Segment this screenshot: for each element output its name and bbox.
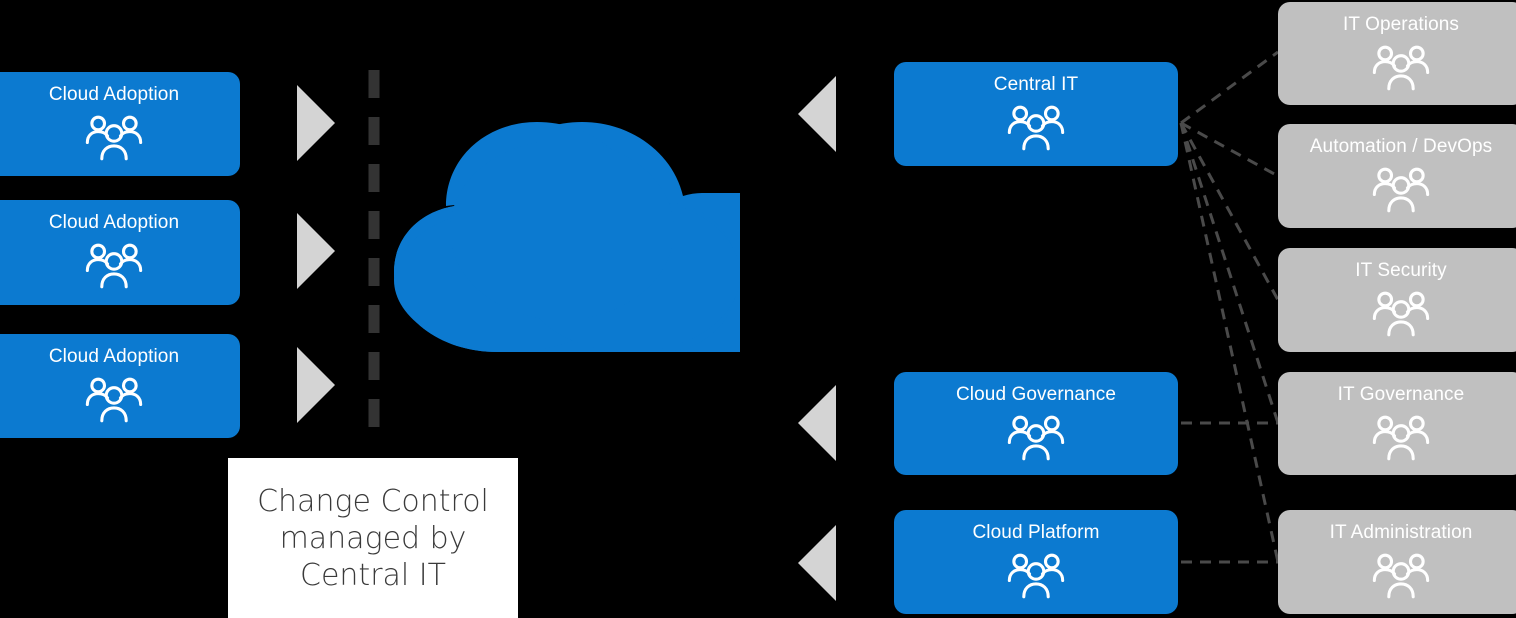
node-it-security-icon-wrap — [1372, 290, 1430, 337]
flow-arrow-right-1 — [297, 85, 335, 161]
node-it-operations[interactable]: IT Operations — [1278, 2, 1516, 105]
node-cloud-governance-label: Cloud Governance — [955, 384, 1117, 405]
node-automation-devops[interactable]: Automation / DevOps — [1278, 124, 1516, 228]
connector-central-it-to-automation-devops — [1180, 121, 1279, 178]
node-it-governance-label: IT Governance — [1337, 384, 1465, 405]
people-group-icon — [1007, 553, 1065, 599]
connector-central-it-to-it-administration — [1179, 122, 1280, 563]
people-group-icon — [1372, 415, 1430, 461]
connector-central-it-to-it-governance — [1179, 122, 1280, 424]
people-group-icon — [1372, 291, 1430, 337]
change-control-divider — [368, 70, 380, 434]
node-cloud-governance[interactable]: Cloud Governance — [894, 372, 1178, 475]
node-cloud-adoption-1-icon-wrap — [85, 114, 143, 161]
callout-line-1: Change Control — [257, 483, 489, 519]
node-cloud-adoption-3-label: Cloud Adoption — [48, 346, 180, 367]
people-group-icon — [85, 377, 143, 423]
node-central-it-icon-wrap — [1007, 104, 1065, 151]
node-it-security-label: IT Security — [1355, 260, 1447, 281]
node-cloud-adoption-2-label: Cloud Adoption — [48, 212, 180, 233]
callout-line-3: Central IT — [300, 557, 446, 593]
node-central-it[interactable]: Central IT — [894, 62, 1178, 166]
diagram-canvas: Change Control managed by Central IT Clo… — [0, 0, 1516, 618]
people-group-icon — [85, 243, 143, 289]
node-cloud-adoption-3-icon-wrap — [85, 376, 143, 423]
flow-arrow-right-2 — [297, 213, 335, 289]
people-group-icon — [1007, 105, 1065, 151]
node-automation-devops-label: Automation / DevOps — [1309, 136, 1493, 157]
node-cloud-platform-icon-wrap — [1007, 552, 1065, 599]
people-group-icon — [85, 115, 143, 161]
people-group-icon — [1007, 415, 1065, 461]
node-cloud-adoption-2[interactable]: Cloud Adoption — [0, 200, 240, 305]
flow-arrow-left-2 — [798, 385, 836, 461]
node-cloud-adoption-1[interactable]: Cloud Adoption — [0, 72, 240, 176]
cloud-icon — [394, 122, 740, 352]
node-it-governance[interactable]: IT Governance — [1278, 372, 1516, 475]
node-it-governance-icon-wrap — [1372, 414, 1430, 461]
node-it-security[interactable]: IT Security — [1278, 248, 1516, 352]
node-it-administration-icon-wrap — [1372, 552, 1430, 599]
node-cloud-adoption-1-label: Cloud Adoption — [48, 84, 180, 105]
node-central-it-label: Central IT — [993, 74, 1079, 95]
connector-central-it-to-it-operations — [1180, 50, 1279, 125]
people-group-icon — [1372, 553, 1430, 599]
node-cloud-platform[interactable]: Cloud Platform — [894, 510, 1178, 614]
connector-central-it-to-it-security — [1179, 122, 1280, 301]
flow-arrow-right-3 — [297, 347, 335, 423]
node-automation-devops-icon-wrap — [1372, 166, 1430, 213]
node-cloud-adoption-2-icon-wrap — [85, 242, 143, 289]
node-it-operations-icon-wrap — [1372, 44, 1430, 91]
flow-arrow-left-3 — [798, 525, 836, 601]
node-cloud-platform-label: Cloud Platform — [972, 522, 1100, 543]
node-cloud-governance-icon-wrap — [1007, 414, 1065, 461]
change-control-callout-text: Change Control managed by Central IT — [257, 483, 489, 594]
people-group-icon — [1372, 45, 1430, 91]
node-it-administration[interactable]: IT Administration — [1278, 510, 1516, 614]
node-cloud-adoption-3[interactable]: Cloud Adoption — [0, 334, 240, 438]
callout-line-2: managed by — [279, 520, 467, 556]
people-group-icon — [1372, 167, 1430, 213]
node-it-operations-label: IT Operations — [1342, 14, 1460, 35]
node-it-administration-label: IT Administration — [1329, 522, 1473, 543]
change-control-callout: Change Control managed by Central IT — [228, 458, 518, 618]
flow-arrow-left-1 — [798, 76, 836, 152]
